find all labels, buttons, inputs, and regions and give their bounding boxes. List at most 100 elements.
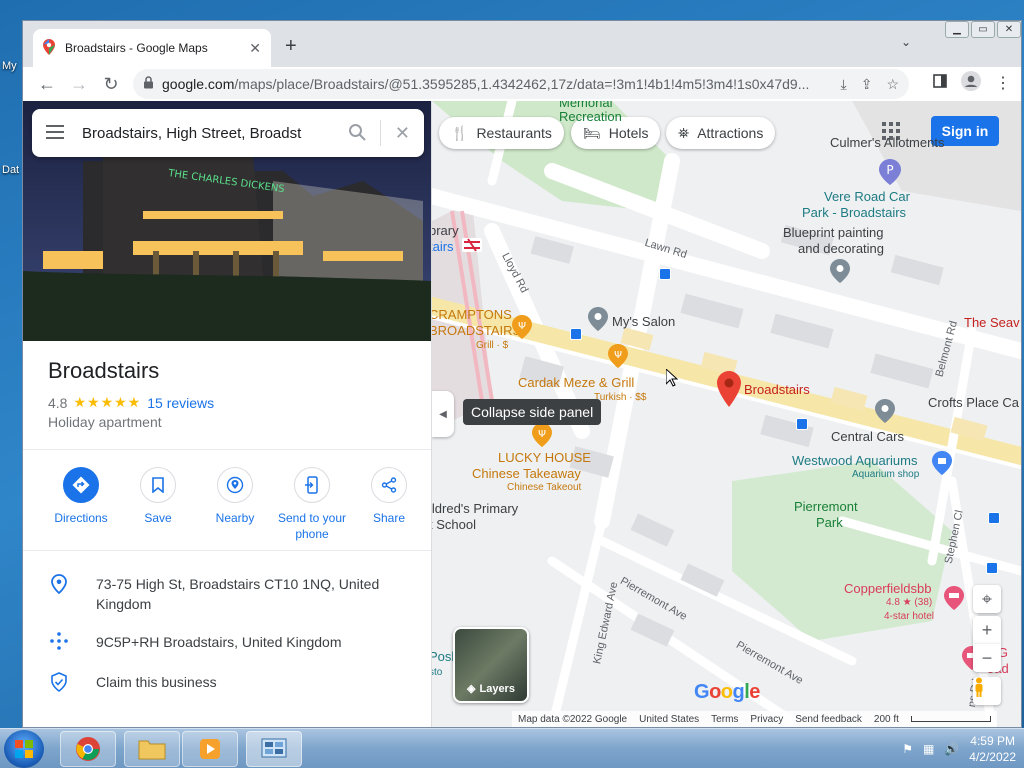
zoom-out-button[interactable]: − (973, 644, 1001, 672)
browser-menu-icon[interactable]: ⋮ (995, 73, 1011, 93)
taskbar-control-panel[interactable] (246, 731, 302, 767)
map-label[interactable]: 4.8 ★ (38) (886, 597, 932, 608)
bus-stop-icon[interactable] (659, 268, 671, 280)
share-button[interactable]: Share (353, 467, 425, 542)
my-location-button[interactable]: ⌖ (973, 585, 1001, 613)
map-label[interactable]: tairs (432, 239, 454, 254)
map-label[interactable]: Crofts Place Ca (928, 395, 1019, 410)
bookmark-star-icon[interactable]: ☆ (886, 76, 899, 93)
map-label[interactable]: 4-star hotel (884, 611, 934, 622)
clear-search-icon[interactable]: ✕ (395, 123, 410, 144)
nearby-button[interactable]: Nearby (199, 467, 271, 542)
country-link[interactable]: United States (639, 714, 699, 725)
map-label[interactable]: Chinese Takeaway (472, 466, 581, 481)
layers-button[interactable]: ◈ Layers (453, 627, 529, 703)
map-label[interactable]: t School (432, 517, 476, 532)
scale-bar[interactable] (910, 716, 991, 722)
map-label[interactable]: Recreation (559, 109, 622, 124)
address-row[interactable]: 73-75 High St, Broadstairs CT10 1NQ, Uni… (48, 574, 386, 614)
bus-stop-icon[interactable] (986, 562, 998, 574)
map-label[interactable]: Turkish · $$ (594, 392, 646, 403)
privacy-link[interactable]: Privacy (750, 714, 783, 725)
network-icon[interactable]: ▦ (923, 742, 934, 756)
map-label[interactable]: Copperfieldsbb (844, 581, 931, 596)
place-category[interactable]: Holiday apartment (48, 414, 162, 430)
search-input[interactable]: Broadstairs, High Street, Broadst (82, 125, 348, 142)
map-label[interactable]: sto (432, 667, 442, 678)
map-label[interactable]: LUCKY HOUSE (498, 450, 591, 465)
hamburger-menu-icon[interactable] (46, 124, 64, 142)
forward-button[interactable]: → (63, 70, 95, 98)
profile-icon[interactable] (961, 71, 981, 94)
desktop-icon-label[interactable]: Dat (2, 164, 19, 176)
taskbar-chrome[interactable] (60, 731, 116, 767)
map-label[interactable]: Posl (432, 649, 454, 664)
map-label[interactable]: Westwood Aquariums (792, 453, 918, 468)
taskbar-media-player[interactable] (182, 731, 238, 767)
map-label[interactable]: CRAMPTONS (432, 307, 512, 322)
url-text[interactable]: google.com/maps/place/Broadstairs/@51.35… (162, 76, 833, 92)
map-label[interactable]: Cardak Meze & Grill (518, 375, 634, 390)
terms-link[interactable]: Terms (711, 714, 738, 725)
reviews-link[interactable]: 15 reviews (147, 395, 214, 411)
volume-icon[interactable]: 🔊 (944, 742, 959, 756)
map-label[interactable]: Central Cars (831, 429, 904, 444)
action-center-icon[interactable]: ⚑ (902, 742, 913, 756)
browser-tab[interactable]: Broadstairs - Google Maps ✕ (33, 29, 271, 67)
bus-stop-icon[interactable] (570, 328, 582, 340)
control-panel-icon (261, 738, 287, 758)
new-tab-button[interactable]: + (285, 35, 297, 58)
map-canvas[interactable]: 🍴 Restaurants 🛏 Hotels ⛯ Attractions Sig… (432, 101, 1021, 727)
map-label[interactable]: and decorating (798, 241, 884, 256)
side-panel-icon[interactable] (933, 74, 947, 91)
map-label[interactable]: Chinese Takeout (507, 482, 581, 493)
map-label[interactable]: The Seav (964, 315, 1020, 330)
chip-restaurants[interactable]: 🍴 Restaurants (439, 117, 564, 149)
tab-search-icon[interactable]: ⌄ (901, 35, 911, 49)
map-label[interactable]: Park - Broadstairs (802, 205, 906, 220)
desktop-icon-label[interactable]: My (2, 60, 17, 72)
start-button[interactable] (4, 730, 44, 768)
place-title: Broadstairs (48, 358, 160, 383)
chip-attractions[interactable]: ⛯ Attractions (666, 117, 776, 149)
back-button[interactable]: ← (31, 70, 63, 98)
scale-label[interactable]: 200 ft (874, 714, 899, 725)
svg-text:P: P (886, 163, 893, 177)
save-button[interactable]: Save (122, 467, 194, 542)
taskbar-explorer[interactable] (124, 731, 180, 767)
zoom-in-button[interactable]: + (973, 616, 1001, 644)
collapse-side-panel-button[interactable]: ◀ (432, 391, 454, 437)
lock-icon[interactable] (143, 76, 154, 92)
map-label[interactable]: Grill · $ (476, 340, 508, 351)
bus-stop-icon[interactable] (796, 418, 808, 430)
map-label[interactable]: Pierremont (794, 499, 858, 514)
svg-text:Ψ: Ψ (518, 321, 526, 332)
bus-stop-icon[interactable] (988, 512, 1000, 524)
send-feedback-link[interactable]: Send feedback (795, 714, 862, 725)
map-label[interactable]: Vere Road Car (824, 189, 910, 204)
map-label[interactable]: Aquarium shop (852, 469, 919, 480)
map-label[interactable]: Park (816, 515, 843, 530)
share-page-icon[interactable]: ⇪ (861, 76, 873, 93)
close-tab-icon[interactable]: ✕ (249, 40, 261, 57)
map-label[interactable]: ildred's Primary (432, 501, 518, 516)
map-label[interactable]: Culmer's Allotments (830, 135, 944, 150)
search-box[interactable]: Broadstairs, High Street, Broadst ✕ (32, 109, 424, 157)
send-to-phone-button[interactable]: Send to your phone (276, 467, 348, 542)
layers-label: Layers (479, 683, 515, 695)
clock[interactable]: 4:59 PM 4/2/2022 (969, 733, 1016, 765)
map-label[interactable]: brary (432, 223, 459, 238)
install-app-icon[interactable]: ⤓ (841, 76, 847, 93)
reload-button[interactable]: ↻ (95, 70, 127, 98)
street-view-pegman-icon[interactable] (973, 677, 1001, 705)
map-label[interactable]: BROADSTAIRS (432, 323, 521, 338)
search-icon[interactable] (348, 123, 366, 144)
map-label[interactable]: My's Salon (612, 314, 675, 329)
tab-strip: Broadstairs - Google Maps ✕ + ⌄ (23, 21, 1021, 67)
selected-place-label[interactable]: Broadstairs (744, 382, 810, 397)
claim-business-row[interactable]: Claim this business (48, 672, 217, 696)
plus-code-row[interactable]: 9C5P+RH Broadstairs, United Kingdom (48, 632, 342, 654)
address-bar[interactable]: google.com/maps/place/Broadstairs/@51.35… (133, 69, 909, 99)
map-label[interactable]: Blueprint painting (783, 225, 883, 240)
directions-button[interactable]: Directions (45, 467, 117, 542)
